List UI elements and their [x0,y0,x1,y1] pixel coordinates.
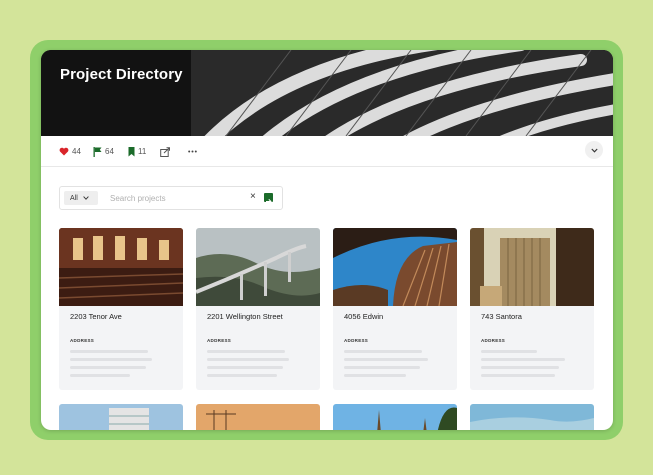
placeholder-line [481,366,559,369]
placeholder-line [70,350,148,353]
expand-button[interactable] [585,141,603,159]
header-banner: Project Directory [41,50,613,136]
project-card[interactable]: 2201 Wellington Street ADDRESS [196,228,320,390]
project-name: 2201 Wellington Street [207,312,283,321]
flag-icon [93,146,102,157]
filter-dropdown[interactable]: All [64,191,98,205]
building-photo [59,404,183,430]
clear-search-button[interactable]: × [250,190,256,204]
project-card[interactable]: 2203 Tenor Ave ADDRESS [59,228,183,390]
like-count: 44 [72,147,81,156]
placeholder-line [481,358,565,361]
address-label: ADDRESS [70,338,95,343]
filter-value: All [70,194,78,202]
project-card[interactable] [59,404,183,430]
project-name: 743 Santora [481,312,522,321]
app-window: Project Directory 44 64 11 All × [41,50,613,430]
skyscraper-photo [470,228,594,306]
project-card[interactable] [333,404,457,430]
project-card[interactable]: 4056 Edwin ADDRESS [333,228,457,390]
placeholder-line [344,358,428,361]
placeholder-line [207,350,285,353]
chevron-down-icon [83,196,89,200]
placeholder-line [207,366,283,369]
arrow-right-icon [266,198,272,205]
flag-count: 64 [105,147,114,156]
more-button[interactable] [188,145,200,158]
placeholder-line [70,358,152,361]
flag-button[interactable]: 64 [93,145,114,158]
placeholder-line [481,374,555,377]
project-card[interactable] [196,404,320,430]
architecture-banner-image [41,50,613,136]
sunset-photo [196,404,320,430]
bridge-photo [196,228,320,306]
placeholder-line [70,366,146,369]
placeholder-line [207,358,289,361]
bookmark-icon [128,146,135,156]
action-bar: 44 64 11 [41,136,613,167]
search-input[interactable] [110,191,240,205]
placeholder-line [481,350,537,353]
project-name: 4056 Edwin [344,312,384,321]
search-submit-button[interactable] [264,193,273,205]
project-card[interactable] [470,404,594,430]
more-icon [188,150,197,153]
placeholder-line [344,350,422,353]
placeholder-line [70,374,130,377]
courtroom-photo [59,228,183,306]
page-title: Project Directory [60,66,183,83]
spire-photo [333,404,457,430]
sky-photo [470,404,594,430]
search-bar: All × [59,186,283,210]
address-label: ADDRESS [344,338,369,343]
placeholder-line [344,374,406,377]
chevron-down-icon [590,148,598,153]
placeholder-line [207,374,277,377]
bookmark-count: 11 [138,147,147,156]
bookmark-button[interactable]: 11 [128,145,146,158]
share-icon [160,146,170,157]
placeholder-line [344,366,420,369]
like-button[interactable]: 44 [59,145,81,158]
heart-icon [59,147,69,156]
address-label: ADDRESS [481,338,506,343]
project-name: 2203 Tenor Ave [70,312,122,321]
address-label: ADDRESS [207,338,232,343]
project-card[interactable]: 743 Santora ADDRESS [470,228,594,390]
tower-photo [333,228,457,306]
share-button[interactable] [160,145,174,158]
